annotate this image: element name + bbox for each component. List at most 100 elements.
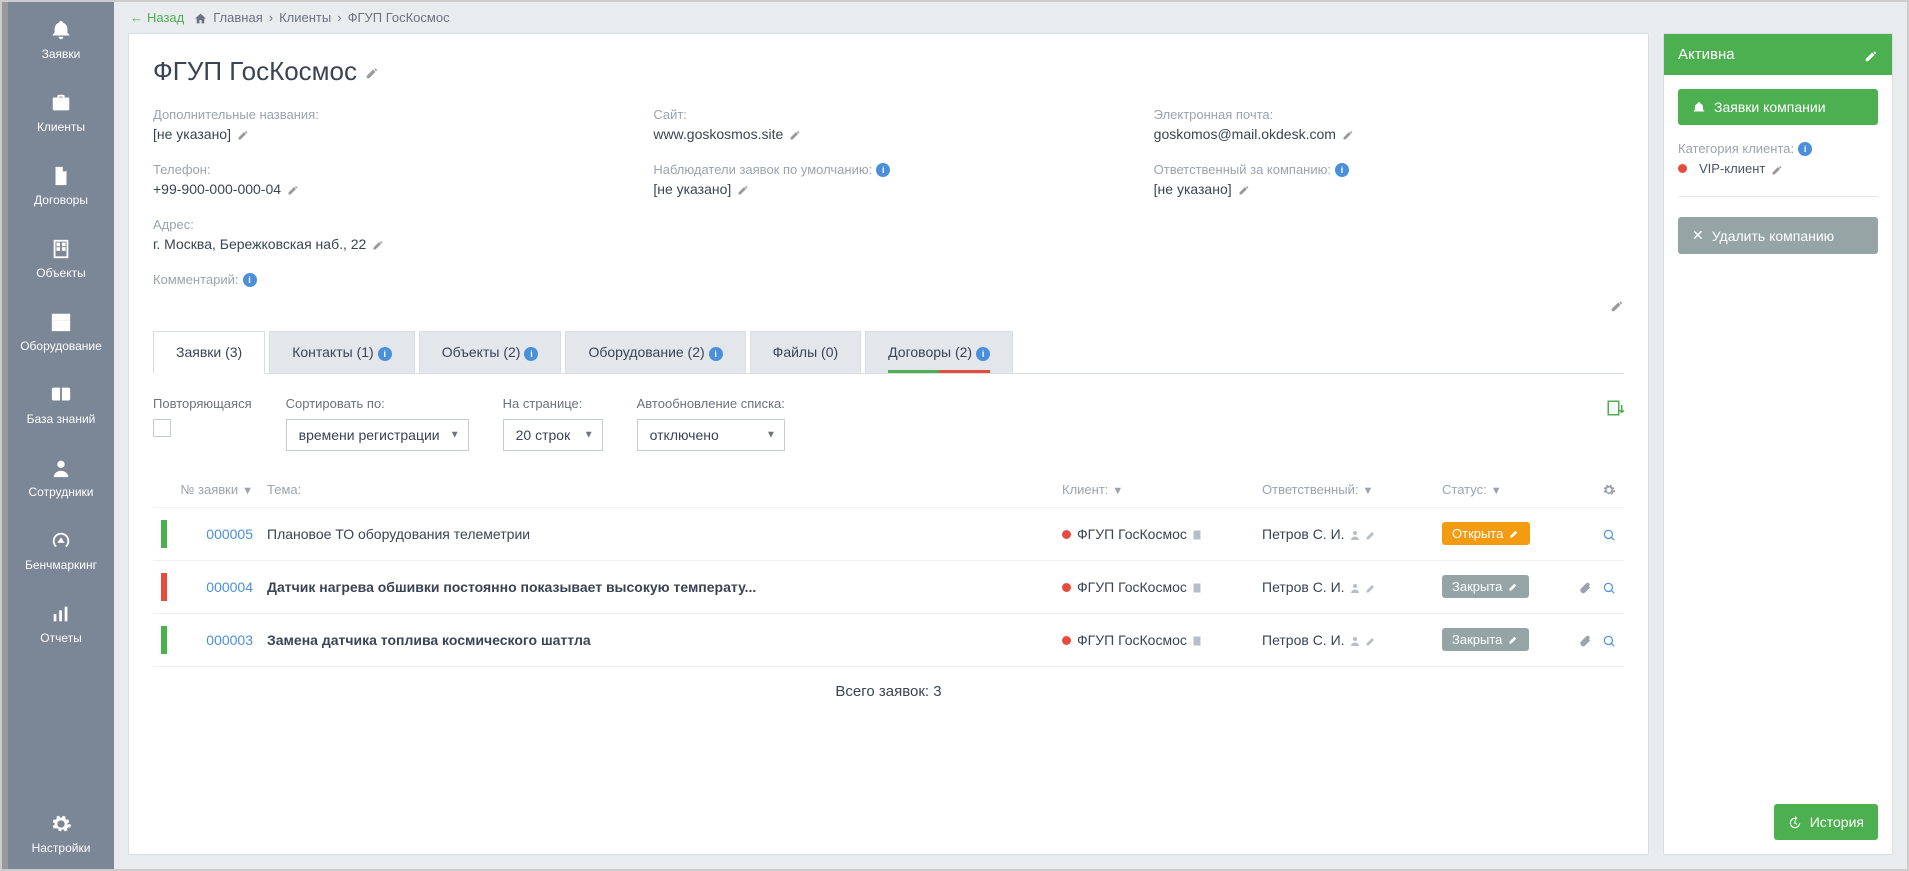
tab-objects[interactable]: Объекты (2)i <box>419 331 562 373</box>
right-panel: Активна Заявки компании Категория клиент… <box>1663 33 1893 855</box>
edit-icon[interactable] <box>1365 633 1377 648</box>
view-icon[interactable] <box>1602 579 1616 595</box>
tab-contacts[interactable]: Контакты (1)i <box>269 331 414 373</box>
edit-icon[interactable] <box>1365 527 1377 542</box>
tabs: Заявки (3) Контакты (1)i Объекты (2)i Об… <box>153 331 1624 374</box>
edit-title-icon[interactable] <box>365 63 379 79</box>
edit-icon[interactable] <box>1771 160 1783 176</box>
info-icon[interactable]: i <box>1335 163 1349 177</box>
tab-files[interactable]: Файлы (0) <box>750 331 861 373</box>
field-watchers: Наблюдатели заявок по умолчанию: i [не у… <box>653 162 1123 197</box>
filter-sort: Сортировать по: времени регистрации▼ <box>286 396 469 451</box>
sidebar-item-contracts[interactable]: Договоры <box>8 148 114 221</box>
attachment-icon[interactable] <box>1578 579 1592 595</box>
sidebar-item-requests[interactable]: Заявки <box>8 2 114 75</box>
auto-select[interactable]: отключено▼ <box>637 419 785 451</box>
building-small-icon[interactable] <box>1191 580 1203 595</box>
bell-icon <box>12 16 110 42</box>
edit-icon[interactable] <box>372 236 384 252</box>
edit-icon[interactable] <box>789 126 801 142</box>
export-icon[interactable] <box>1606 396 1624 417</box>
edit-icon[interactable] <box>237 126 249 142</box>
status-badge[interactable]: Открыта <box>1442 522 1530 545</box>
edit-icon[interactable] <box>1342 126 1354 142</box>
edit-icon[interactable] <box>1365 580 1377 595</box>
sort-select[interactable]: времени регистрации▼ <box>286 419 469 451</box>
field-responsible: Ответственный за компанию: i [не указано… <box>1154 162 1624 197</box>
info-icon: i <box>378 347 392 361</box>
sidebar-item-benchmark[interactable]: Бенчмаркинг <box>8 513 114 586</box>
table-row[interactable]: 000005 Плановое ТО оборудования телеметр… <box>153 508 1624 561</box>
edit-icon[interactable] <box>1238 181 1250 197</box>
breadcrumb: Главная › Клиенты › ФГУП ГосКосмос <box>194 10 449 25</box>
tab-equipment[interactable]: Оборудование (2)i <box>565 331 745 373</box>
caret-down-icon: ▼ <box>584 430 594 441</box>
sidebar-item-label: Клиенты <box>37 120 85 134</box>
sidebar-item-objects[interactable]: Объекты <box>8 221 114 294</box>
filter-icon[interactable]: ▼ <box>1491 485 1502 497</box>
user-small-icon[interactable] <box>1349 580 1361 595</box>
info-icon[interactable]: i <box>876 163 890 177</box>
filter-auto: Автообновление списка: отключено▼ <box>637 396 785 451</box>
client-name: ФГУП ГосКосмос <box>1077 579 1187 595</box>
topbar: ← Назад Главная › Клиенты › ФГУП ГосКосм… <box>114 2 1907 33</box>
table-row[interactable]: 000003 Замена датчика топлива космическо… <box>153 614 1624 667</box>
edit-status-icon[interactable] <box>1864 46 1878 62</box>
view-icon[interactable] <box>1602 526 1616 542</box>
breadcrumb-clients[interactable]: Клиенты <box>279 10 331 25</box>
sidebar-item-clients[interactable]: Клиенты <box>8 75 114 148</box>
sidebar-item-staff[interactable]: Сотрудники <box>8 440 114 513</box>
sidebar-item-label: Оборудование <box>20 339 102 353</box>
client-name: ФГУП ГосКосмос <box>1077 526 1187 542</box>
tab-contracts[interactable]: Договоры (2)i <box>865 331 1013 373</box>
table-row[interactable]: 000004 Датчик нагрева обшивки постоянно … <box>153 561 1624 614</box>
close-icon: ✕ <box>1692 227 1704 244</box>
breadcrumb-home[interactable]: Главная <box>213 10 262 25</box>
gauge-icon <box>12 527 110 553</box>
perpage-select[interactable]: 20 строк▼ <box>503 419 603 451</box>
main-panel: ФГУП ГосКосмос Дополнительные названия: … <box>128 33 1649 855</box>
page-title: ФГУП ГосКосмос <box>153 56 1624 87</box>
sidebar-item-label: Сотрудники <box>29 485 94 499</box>
user-small-icon[interactable] <box>1349 527 1361 542</box>
edit-icon[interactable] <box>287 181 299 197</box>
field-email: Электронная почта: goskomos@mail.okdesk.… <box>1154 107 1624 142</box>
building-small-icon[interactable] <box>1191 633 1203 648</box>
building-icon <box>12 235 110 261</box>
recurring-checkbox[interactable] <box>153 419 171 437</box>
sidebar-item-kb[interactable]: База знаний <box>8 367 114 440</box>
edit-icon[interactable] <box>737 181 749 197</box>
request-id[interactable]: 000003 <box>206 632 253 648</box>
info-icon: i <box>524 347 538 361</box>
total-row: Всего заявок: 3 <box>153 667 1624 716</box>
status-header: Активна <box>1664 34 1892 75</box>
filter-icon[interactable]: ▼ <box>1112 485 1123 497</box>
info-icon[interactable]: i <box>1798 142 1812 156</box>
sidebar-item-reports[interactable]: Отчеты <box>8 586 114 659</box>
company-requests-button[interactable]: Заявки компании <box>1678 89 1878 125</box>
back-button[interactable]: ← Назад <box>130 10 184 25</box>
status-badge[interactable]: Закрыта <box>1442 575 1529 598</box>
filter-icon[interactable]: ▼ <box>1362 485 1373 497</box>
delete-company-button[interactable]: ✕ Удалить компанию <box>1678 217 1878 254</box>
sidebar-item-label: Заявки <box>42 47 81 61</box>
sidebar-item-equipment[interactable]: Оборудование <box>8 294 114 367</box>
chart-icon <box>12 600 110 626</box>
view-icon[interactable] <box>1602 632 1616 648</box>
sidebar-item-settings[interactable]: Настройки <box>8 796 114 869</box>
building-small-icon[interactable] <box>1191 527 1203 542</box>
filters: Повторяющаяся Сортировать по: времени ре… <box>153 396 1624 451</box>
user-small-icon[interactable] <box>1349 633 1361 648</box>
request-id[interactable]: 000004 <box>206 579 253 595</box>
info-icon[interactable]: i <box>243 273 257 287</box>
history-button[interactable]: История <box>1774 804 1878 840</box>
status-badge[interactable]: Закрыта <box>1442 628 1529 651</box>
request-id[interactable]: 000005 <box>206 526 253 542</box>
edit-comment-icon[interactable] <box>1610 297 1624 313</box>
responsible-name: Петров С. И. <box>1262 526 1345 542</box>
attachment-icon[interactable] <box>1578 632 1592 648</box>
filter-icon[interactable]: ▼ <box>242 485 253 497</box>
gear-icon[interactable] <box>1602 481 1616 496</box>
gear-icon <box>12 810 110 836</box>
tab-requests[interactable]: Заявки (3) <box>153 331 265 374</box>
